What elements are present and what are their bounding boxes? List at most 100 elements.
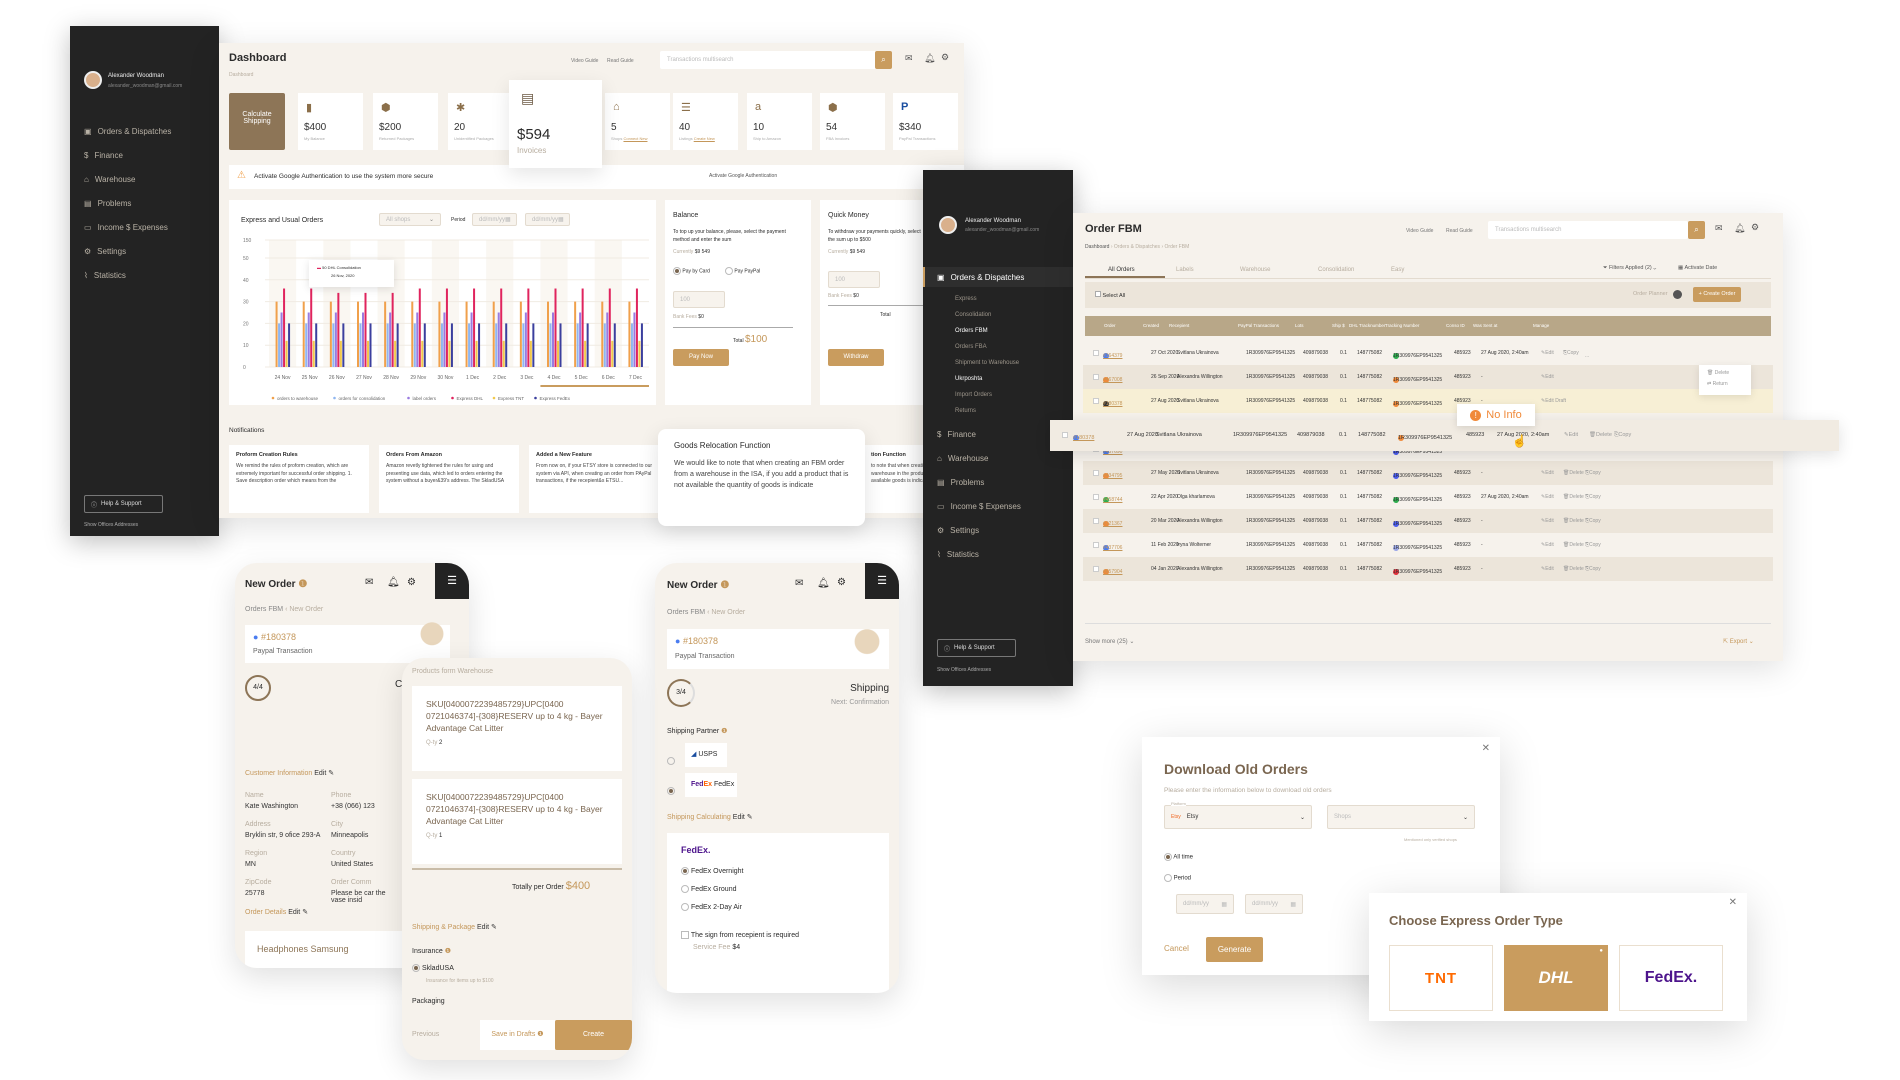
show-more-button[interactable]: Show more (25) ⌄ (1085, 638, 1134, 645)
column-header[interactable]: Manage (1533, 323, 1549, 328)
menu-item-delete[interactable]: 🗑︎ Delete (1699, 365, 1751, 381)
stat-link[interactable]: Connect New (623, 136, 647, 141)
sidebar-item-settings[interactable]: ⚙ Settings (84, 247, 126, 256)
bar-label-orders[interactable] (497, 312, 500, 368)
bar-express-dhl[interactable] (310, 288, 313, 367)
signature-required-checkbox[interactable]: The sign from recepient is required (681, 931, 799, 939)
bar-label-orders[interactable] (579, 312, 582, 368)
fedex-2day-radio[interactable]: FedEx 2-Day Air (681, 903, 742, 911)
order-link[interactable]: #180378 (1073, 435, 1094, 441)
bell-icon[interactable]: 🔔︎ (924, 53, 935, 64)
bar-express-tnt[interactable] (421, 340, 424, 367)
subitem-orders-fbm[interactable]: Orders FBM (955, 328, 988, 334)
bar-express-tnt[interactable] (502, 340, 505, 367)
sidebar-item-orders[interactable]: ▣ Orders & Dispatches (937, 273, 1024, 282)
help-support-button[interactable]: ⓘ Help & Support (937, 639, 1016, 657)
select-all-checkbox[interactable]: Select All (1095, 291, 1125, 299)
stat-card-6[interactable]: ⬢ 54 FBA Invoices (820, 93, 885, 150)
bar-express-fedex[interactable] (450, 323, 453, 367)
subitem-import-orders[interactable]: Import Orders (955, 392, 992, 398)
edit-button[interactable]: ✎ Edit (1541, 350, 1554, 356)
table-row[interactable]: #437706 11 Feb 2020 Iryna Wolterner 1R30997… (1083, 533, 1773, 557)
tab-consolidation[interactable]: Consolidation (1318, 267, 1354, 273)
bar-express-fedex[interactable] (640, 323, 643, 367)
edit-button[interactable]: ✎ Edit (1541, 542, 1554, 548)
close-icon[interactable]: ✕ (1482, 743, 1490, 754)
order-link[interactable]: #458744 (1103, 497, 1122, 503)
row-checkbox[interactable] (1062, 432, 1068, 438)
copy-button[interactable]: ⎘ Copy (1585, 518, 1601, 524)
all-time-radio[interactable]: All time (1164, 853, 1193, 861)
order-link[interactable]: #121367 (1103, 521, 1122, 527)
bar-express-fedex[interactable] (396, 323, 399, 367)
avatar[interactable] (939, 216, 957, 234)
bar-express-dhl[interactable] (527, 288, 530, 367)
sidebar-item-problems[interactable]: ▤ Problems (937, 478, 984, 487)
order-link[interactable]: #437706 (1103, 545, 1122, 551)
table-row[interactable]: #434795 27 May 2020 Svitlana Ukrainova 1R30… (1083, 461, 1773, 485)
bar-orders-to-warehouse[interactable] (357, 301, 359, 367)
product-card[interactable]: SKU[0400072239485729}UPC[0400 0721046374… (412, 686, 622, 771)
table-row[interactable]: #180378 27 Aug 2020 Svitlana Ukrainova 1R30… (1083, 389, 1773, 413)
tab-easy[interactable]: Easy (1391, 267, 1404, 273)
tab-labels[interactable]: Labels (1176, 267, 1194, 273)
subitem-express[interactable]: Express (955, 296, 977, 302)
search-button[interactable]: ⌕ (875, 51, 892, 69)
insurance-skladusa-radio[interactable]: SkladUSA (412, 964, 454, 972)
bar-orders-for-consolidation[interactable] (495, 323, 498, 367)
video-guide-link[interactable]: Video Guide (1406, 228, 1433, 234)
stat-card-invoices[interactable]: ▤ $594 Invoices (509, 80, 602, 168)
table-row[interactable]: #467008 26 Sep 2020 Alexandra Willington 1R… (1083, 365, 1773, 389)
bar-orders-to-warehouse[interactable] (384, 301, 387, 367)
order-link[interactable]: #467008 (1103, 377, 1122, 383)
create-order-button[interactable]: + Create Order (1693, 287, 1741, 302)
bar-orders-for-consolidation[interactable] (440, 323, 443, 367)
period-start-input[interactable]: dd/mm/yy ▦ (472, 213, 517, 226)
breadcrumb[interactable]: Dashboard › Orders & Dispatches › Order … (1085, 244, 1189, 250)
show-offices-link[interactable]: Show Offices Addresses (937, 667, 991, 673)
bar-orders-for-consolidation[interactable] (522, 323, 525, 367)
edit-button[interactable]: ✎ Edit (1541, 470, 1554, 476)
row-checkbox[interactable] (1093, 374, 1099, 380)
usps-option[interactable]: ◢ USPS (685, 743, 727, 767)
breadcrumb[interactable]: Orders FBM ‹ New Order (245, 606, 323, 613)
edit-button[interactable]: ✎ Edit (1541, 494, 1554, 500)
tab-warehouse[interactable]: Warehouse (1240, 267, 1270, 273)
shops-select[interactable]: All shops ⌄ (379, 213, 441, 226)
bar-orders-to-warehouse[interactable] (275, 301, 278, 367)
breadcrumb[interactable]: Orders FBM ‹ New Order (667, 609, 745, 616)
search-input[interactable]: Transactions multisearch (660, 51, 877, 69)
notification-card[interactable]: Added a New Feature From now on, if your … (529, 445, 669, 513)
edit-customer-button[interactable]: Edit ✎ (314, 770, 334, 777)
bar-express-tnt[interactable] (611, 340, 614, 367)
row-checkbox[interactable] (1093, 518, 1099, 524)
stat-card-5[interactable]: a 10 Ship to Amazon (747, 93, 812, 150)
fedex-overnight-radio[interactable]: FedEx Overnight (681, 867, 743, 875)
fedex-option[interactable]: FedEx. (1619, 945, 1723, 1011)
gear-icon[interactable]: ⚙ (1751, 222, 1759, 233)
row-checkbox[interactable] (1093, 350, 1099, 356)
row-checkbox[interactable] (1093, 470, 1099, 476)
bar-orders-for-consolidation[interactable] (630, 323, 633, 367)
stat-card-7[interactable]: P $340 PayPal Transactions (893, 93, 958, 150)
dragged-table-row[interactable]: #180378 27 Aug 2020 Svitlana Ukrainova 1R30… (1050, 420, 1839, 451)
sum-input[interactable]: 100 (673, 291, 725, 308)
bar-label-orders[interactable] (552, 312, 554, 368)
read-guide-link[interactable]: Read Guide (1446, 228, 1473, 234)
bar-label-orders[interactable] (606, 312, 609, 368)
bar-orders-to-warehouse[interactable] (519, 301, 522, 367)
subitem-consolidation[interactable]: Consolidation (955, 312, 991, 318)
edit-button[interactable]: ✎ Edit (1541, 566, 1554, 572)
bar-express-tnt[interactable] (584, 340, 587, 367)
bell-icon[interactable]: 🔔︎ (1734, 223, 1745, 234)
fedex-option[interactable]: FedEx FedEx (685, 773, 737, 797)
dhl-option[interactable]: DHL ● (1504, 945, 1608, 1011)
bell-icon[interactable]: 🔔︎ (387, 577, 400, 588)
column-header[interactable]: Ship $ (1332, 323, 1345, 328)
shops-select[interactable]: Shops ⌄ (1327, 805, 1475, 829)
tab-all-orders[interactable]: All Orders (1108, 267, 1135, 273)
edit-button[interactable]: ✎ Edit (1541, 374, 1554, 380)
row-checkbox[interactable] (1093, 542, 1099, 548)
cancel-button[interactable]: Cancel (1164, 944, 1189, 953)
menu-item-return[interactable]: ⇄ Return (1699, 381, 1751, 387)
